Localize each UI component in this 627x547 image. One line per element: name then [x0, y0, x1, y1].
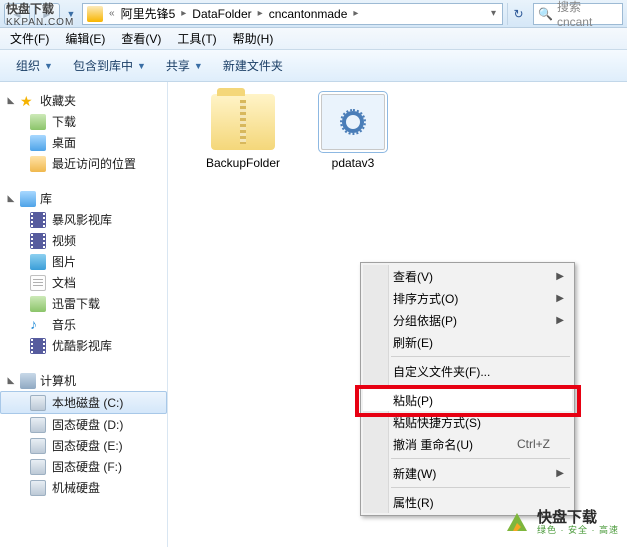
sidebar-item-drive-d[interactable]: 固态硬盘 (D:)	[0, 414, 167, 435]
submenu-arrow-icon: ▶	[556, 271, 564, 282]
sidebar-item-drive-c[interactable]: 本地磁盘 (C:)	[0, 391, 167, 414]
sidebar-item-music[interactable]: ♪音乐	[0, 314, 167, 335]
menu-view[interactable]: 查看(V)	[113, 28, 169, 49]
chevron-down-icon: ▼	[194, 61, 203, 71]
sidebar-item-documents[interactable]: 文档	[0, 272, 167, 293]
file-item-folder[interactable]: BackupFolder	[198, 94, 288, 170]
separator	[391, 385, 570, 386]
libraries-group[interactable]: ◣库	[0, 188, 167, 209]
drive-icon	[30, 480, 46, 496]
separator	[391, 487, 570, 488]
favorites-group[interactable]: ◣★收藏夹	[0, 90, 167, 111]
breadcrumb-dropdown[interactable]: ▾	[489, 8, 498, 19]
menu-tools[interactable]: 工具(T)	[169, 28, 224, 49]
desktop-icon	[30, 135, 46, 151]
picture-icon	[30, 254, 46, 270]
expand-icon: ◣	[6, 193, 16, 204]
ctx-sort[interactable]: 排序方式(O)▶	[363, 287, 572, 309]
nav-history-dropdown[interactable]: ▼	[64, 3, 78, 25]
sidebar-item-drive-g[interactable]: 机械硬盘	[0, 477, 167, 498]
sidebar-item-youku[interactable]: 优酷影视库	[0, 335, 167, 356]
sidebar-item-recent[interactable]: 最近访问的位置	[0, 153, 167, 174]
ctx-undo[interactable]: 撤消 重命名(U)Ctrl+Z	[363, 433, 572, 455]
sidebar-item-downloads[interactable]: 下载	[0, 111, 167, 132]
ctx-paste[interactable]: 粘贴(P)	[363, 389, 572, 411]
sidebar-item-drive-e[interactable]: 固态硬盘 (E:)	[0, 435, 167, 456]
sidebar-item-desktop[interactable]: 桌面	[0, 132, 167, 153]
separator	[391, 356, 570, 357]
drive-icon	[30, 395, 46, 411]
new-folder-button[interactable]: 新建文件夹	[215, 54, 291, 77]
computer-icon	[20, 373, 36, 389]
nav-back-button[interactable]: ◄	[4, 3, 30, 25]
expand-icon: ◣	[6, 95, 16, 106]
shortcut-label: Ctrl+Z	[517, 437, 550, 451]
video-icon	[30, 212, 46, 228]
ctx-customize[interactable]: 自定义文件夹(F)...	[363, 360, 572, 382]
nav-forward-button[interactable]: ►	[34, 3, 60, 25]
share-button[interactable]: 共享▼	[158, 54, 211, 77]
include-in-library-button[interactable]: 包含到库中▼	[65, 54, 154, 77]
ctx-refresh[interactable]: 刷新(E)	[363, 331, 572, 353]
menu-bar: 文件(F) 编辑(E) 查看(V) 工具(T) 帮助(H)	[0, 28, 627, 50]
sidebar-item-pictures[interactable]: 图片	[0, 251, 167, 272]
gear-icon	[342, 111, 364, 133]
search-input[interactable]: 🔍 搜索 cncant	[533, 3, 623, 25]
search-placeholder: 搜索 cncant	[557, 0, 618, 29]
context-menu: 查看(V)▶ 排序方式(O)▶ 分组依据(P)▶ 刷新(E) 自定义文件夹(F)…	[360, 262, 575, 516]
download-icon	[30, 296, 46, 312]
star-icon: ★	[20, 93, 36, 109]
breadcrumb-seg[interactable]: 阿里先锋5	[117, 5, 180, 22]
computer-group[interactable]: ◣计算机	[0, 370, 167, 391]
organize-button[interactable]: 组织▼	[8, 54, 61, 77]
drive-icon	[30, 459, 46, 475]
video-icon	[30, 233, 46, 249]
breadcrumb-seg[interactable]: DataFolder	[188, 7, 255, 21]
refresh-button[interactable]: ↻	[507, 3, 529, 25]
ctx-group[interactable]: 分组依据(P)▶	[363, 309, 572, 331]
chevron-right-icon[interactable]: ▸	[256, 8, 265, 19]
video-icon	[30, 338, 46, 354]
ctx-view[interactable]: 查看(V)▶	[363, 265, 572, 287]
chevron-down-icon: ▼	[44, 61, 53, 71]
file-label: pdatav3	[308, 156, 398, 170]
chevron-right-icon[interactable]: ▸	[179, 8, 188, 19]
chevron-right-icon[interactable]: ▸	[351, 8, 360, 19]
sidebar-item-baofeng[interactable]: 暴风影视库	[0, 209, 167, 230]
submenu-arrow-icon: ▶	[556, 293, 564, 304]
recent-icon	[30, 156, 46, 172]
folder-icon	[87, 6, 103, 22]
ctx-paste-shortcut[interactable]: 粘贴快捷方式(S)	[363, 411, 572, 433]
sidebar-item-xunlei[interactable]: 迅雷下载	[0, 293, 167, 314]
address-bar-row: ◄ ► ▼ « 阿里先锋5 ▸ DataFolder ▸ cncantonmad…	[0, 0, 627, 28]
sidebar-item-drive-f[interactable]: 固态硬盘 (F:)	[0, 456, 167, 477]
chevron-icon[interactable]: «	[107, 8, 117, 19]
separator	[391, 458, 570, 459]
ctx-new[interactable]: 新建(W)▶	[363, 462, 572, 484]
sidebar-item-videos[interactable]: 视频	[0, 230, 167, 251]
document-icon	[30, 275, 46, 291]
drive-icon	[30, 438, 46, 454]
search-icon: 🔍	[538, 7, 553, 21]
menu-file[interactable]: 文件(F)	[2, 28, 57, 49]
file-item-config[interactable]: pdatav3	[308, 94, 398, 170]
expand-icon: ◣	[6, 375, 16, 386]
submenu-arrow-icon: ▶	[556, 315, 564, 326]
menu-edit[interactable]: 编辑(E)	[57, 28, 113, 49]
zip-folder-icon	[211, 94, 275, 150]
menu-help[interactable]: 帮助(H)	[225, 28, 282, 49]
download-icon	[30, 114, 46, 130]
toolbar: 组织▼ 包含到库中▼ 共享▼ 新建文件夹	[0, 50, 627, 82]
breadcrumb-seg[interactable]: cncantonmade	[265, 7, 352, 21]
music-icon: ♪	[30, 317, 46, 333]
navigation-pane: ◣★收藏夹 下载 桌面 最近访问的位置 ◣库 暴风影视库 视频 图片 文档 迅雷…	[0, 82, 168, 547]
drive-icon	[30, 417, 46, 433]
config-file-icon	[321, 94, 385, 150]
chevron-down-icon: ▼	[137, 61, 146, 71]
file-label: BackupFolder	[198, 156, 288, 170]
breadcrumb[interactable]: « 阿里先锋5 ▸ DataFolder ▸ cncantonmade ▸ ▾	[82, 3, 503, 25]
submenu-arrow-icon: ▶	[556, 468, 564, 479]
ctx-properties[interactable]: 属性(R)	[363, 491, 572, 513]
library-icon	[20, 191, 36, 207]
